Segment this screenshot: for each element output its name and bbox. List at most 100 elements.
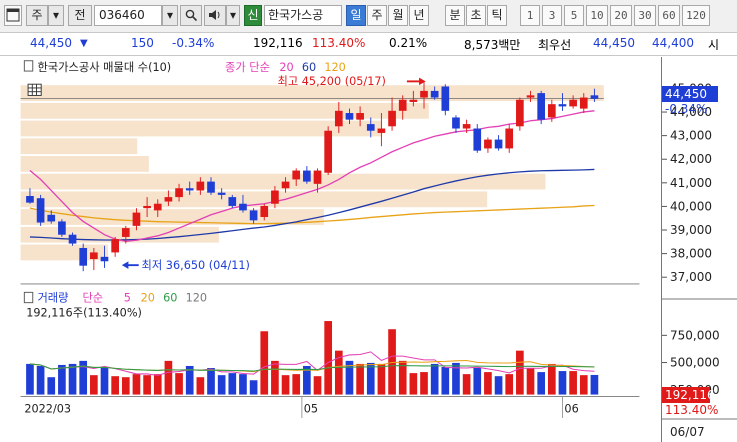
ma120-legend: 120: [324, 61, 345, 74]
candle-body: [175, 188, 183, 198]
volume-bar: [430, 363, 439, 395]
volume-tick-label: 750,000: [670, 328, 720, 342]
volume-bar: [271, 360, 279, 395]
candle-body: [303, 170, 311, 182]
stock-code-input[interactable]: 036460: [94, 5, 162, 26]
volume-bar: [121, 377, 130, 395]
volume-bar: [36, 365, 45, 395]
period-day-tab[interactable]: 일: [346, 5, 366, 26]
volume-bar: [537, 372, 546, 395]
search-icon[interactable]: [180, 5, 202, 26]
candle-body: [164, 197, 173, 202]
new-badge-button[interactable]: 신: [244, 5, 262, 26]
volume-profile-bar: [20, 138, 138, 155]
x-label-may: 05: [304, 402, 318, 415]
ma-legend-label: 종가 단순: [225, 61, 270, 74]
grid-icon[interactable]: [27, 83, 42, 96]
candle-body: [430, 90, 439, 98]
code-dropdown-icon[interactable]: ▾: [162, 5, 178, 26]
volume-bar: [100, 366, 109, 395]
chevron-down-icon[interactable]: ▾: [48, 5, 64, 26]
candle-body: [494, 139, 503, 149]
candle-body: [356, 113, 364, 120]
chart-area[interactable]: 한국가스공사 매물대 수(10) 종가 단순 20 60 120 최고 45,2…: [0, 57, 660, 418]
period-month-tab[interactable]: 월: [388, 5, 408, 26]
candle-body: [516, 99, 524, 127]
volume-bar: [207, 368, 215, 395]
candle-body: [388, 110, 396, 127]
price-tick-label: 37,000: [670, 270, 712, 284]
toolbar: 주 ▾ 전 036460 ▾ ▾ 신 한국가스공 일 주 월 년 분 초 틱 1…: [0, 0, 737, 33]
volume-ma5-line: [29, 351, 595, 376]
volume-bar: [366, 362, 375, 395]
high-annotation: 최고 45,200 (05/17): [277, 75, 385, 88]
price-legend-title: 한국가스공사 매물대 수(10): [37, 61, 171, 74]
period-second-tab[interactable]: 초: [466, 5, 486, 26]
candle-body: [484, 139, 492, 149]
volume-bar: [473, 368, 482, 395]
period-week-tab[interactable]: 주: [367, 5, 387, 26]
volume-bar: [217, 375, 226, 395]
candle-body: [526, 95, 535, 98]
candle-body: [121, 228, 130, 237]
volume-bar: [377, 363, 386, 395]
volume-bar: [590, 374, 599, 395]
interval-60-button[interactable]: 60: [658, 5, 680, 26]
volume-bar: [505, 374, 514, 395]
candle-body: [239, 203, 247, 211]
candle-body: [345, 113, 354, 120]
legend-box-icon: [23, 60, 34, 72]
window-menu-icon[interactable]: [4, 5, 22, 26]
chart-type-select[interactable]: 주: [26, 5, 48, 26]
y-axis[interactable]: 45,00044,00043,00042,00041,00040,00039,0…: [661, 57, 737, 442]
period-minute-tab[interactable]: 분: [445, 5, 465, 26]
interval-20-button[interactable]: 20: [610, 5, 632, 26]
candle-body: [377, 128, 386, 133]
volume-profile-bar: [20, 102, 429, 119]
volume-bar: [409, 373, 418, 395]
interval-30-button[interactable]: 30: [634, 5, 656, 26]
candle-body: [579, 97, 588, 109]
volume-bars: [26, 321, 599, 395]
volume-legend-box-icon: [23, 291, 34, 304]
stock-name-field[interactable]: 한국가스공: [264, 5, 342, 26]
volume-bar: [111, 376, 119, 395]
open-label: 시: [708, 38, 720, 52]
candle-body: [249, 210, 258, 221]
candle-body: [420, 90, 428, 98]
candle-body: [441, 86, 450, 111]
volume-ma-label: 단순: [82, 292, 103, 305]
ma20-legend: 20: [279, 61, 293, 74]
candle-body: [143, 205, 151, 209]
period-year-tab[interactable]: 년: [409, 5, 429, 26]
interval-3-button[interactable]: 3: [542, 5, 562, 26]
volume-bar: [249, 380, 258, 395]
volume-bar: [260, 331, 269, 395]
speaker-dropdown-icon[interactable]: ▾: [226, 5, 240, 26]
candle-body: [366, 124, 375, 131]
candle-body: [398, 99, 407, 111]
volume-legend-title: 거래량: [37, 292, 68, 305]
volume-bar: [47, 377, 56, 395]
price-change-pct: -0.34%: [172, 36, 215, 50]
bid-price: 44,400: [652, 36, 694, 50]
candle-body: [324, 130, 332, 173]
interval-5-button[interactable]: 5: [564, 5, 584, 26]
candle-body: [281, 181, 290, 189]
candle-body: [79, 247, 88, 266]
price-tick-label: 41,000: [670, 176, 712, 190]
volume-bar: [484, 372, 492, 395]
candle-body: [36, 198, 45, 223]
interval-10-button[interactable]: 10: [586, 5, 608, 26]
speaker-icon[interactable]: [204, 5, 226, 26]
volume-bar: [143, 375, 151, 395]
jeon-toggle[interactable]: 전: [68, 5, 92, 26]
volume-bar: [90, 375, 98, 395]
interval-120-button[interactable]: 120: [682, 5, 710, 26]
volume-value: 192,116: [253, 36, 303, 50]
last-change-tag: -0.34%: [665, 102, 707, 116]
interval-1-button[interactable]: 1: [520, 5, 540, 26]
x-label-start: 2022/03: [24, 402, 71, 415]
period-tick-tab[interactable]: 틱: [487, 5, 507, 26]
volume-ma5-legend: 5: [124, 292, 131, 305]
